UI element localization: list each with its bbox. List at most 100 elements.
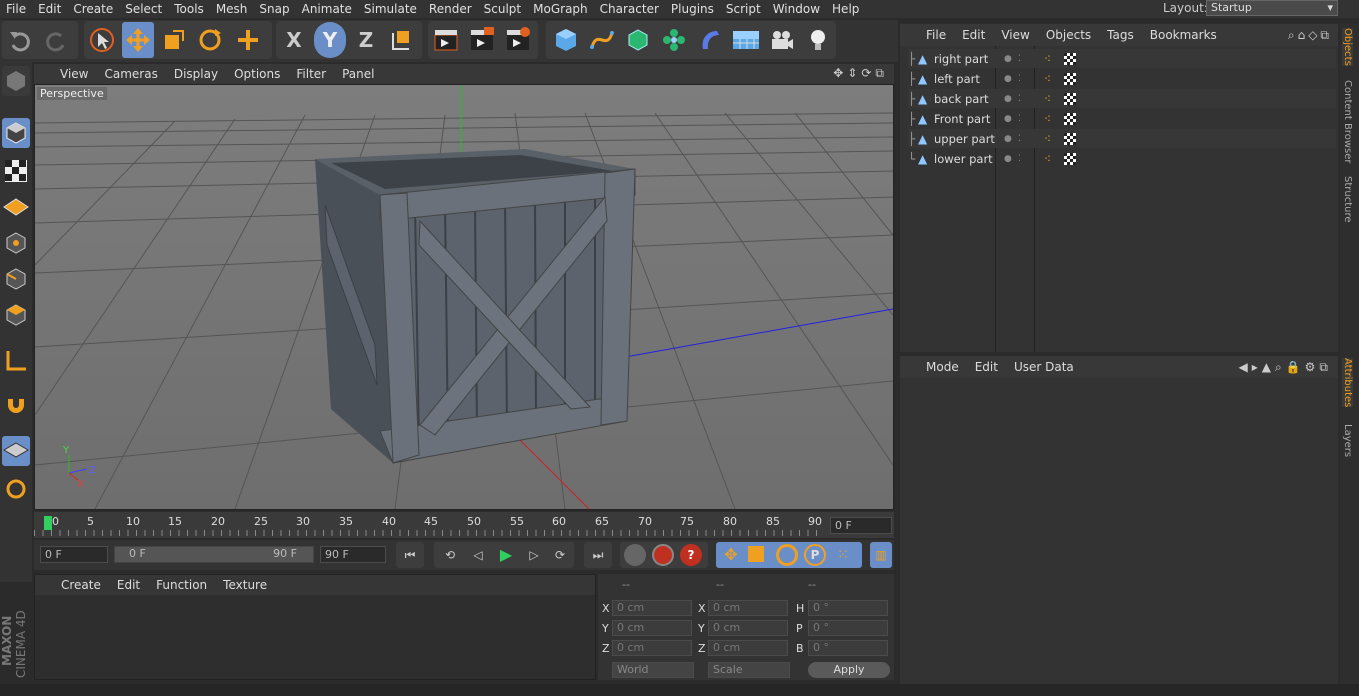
key-rotation-button[interactable] xyxy=(776,544,798,566)
world-select[interactable]: World xyxy=(612,662,694,678)
object-row[interactable]: ├ ▲ back part ● ⁚ ⁖ xyxy=(908,89,1336,108)
menu-sculpt[interactable]: Sculpt xyxy=(478,0,527,18)
phong-tag-icon[interactable]: ⁖ xyxy=(1044,52,1064,66)
preview-range-slider[interactable]: 0 F 90 F xyxy=(114,546,314,563)
menu-create[interactable]: Create xyxy=(67,0,119,18)
previous-key-button[interactable]: ⟲ xyxy=(438,544,462,566)
play-button[interactable]: ▶ xyxy=(494,544,518,566)
menu-mesh[interactable]: Mesh xyxy=(210,0,254,18)
polygons-mode-button[interactable] xyxy=(2,300,30,330)
pos-z-field[interactable]: 0 cm xyxy=(612,640,692,656)
workplane-mode-button[interactable] xyxy=(2,192,30,222)
key-pla-button[interactable]: ⁙ xyxy=(832,544,854,566)
cloner-button[interactable] xyxy=(658,22,690,58)
phong-tag-icon[interactable]: ⁖ xyxy=(1044,92,1064,106)
perspective-viewport[interactable]: Perspective Y Z X xyxy=(34,84,894,510)
next-frame-button[interactable]: ▷ xyxy=(522,544,546,566)
autokeying-button[interactable] xyxy=(652,544,674,566)
y-axis-lock-button[interactable]: Y xyxy=(314,22,346,58)
rotate-tool-button[interactable] xyxy=(194,22,226,58)
material-menu-texture[interactable]: Texture xyxy=(215,578,275,592)
points-mode-button[interactable] xyxy=(2,228,30,258)
apply-button[interactable]: Apply xyxy=(808,662,890,678)
coordinate-system-button[interactable] xyxy=(386,22,418,58)
menu-window[interactable]: Window xyxy=(767,0,826,18)
object-row[interactable]: ├ ▲ upper part ● ⁚ ⁖ xyxy=(908,129,1336,148)
move-tool-button[interactable] xyxy=(122,22,154,58)
objects-menu-view[interactable]: View xyxy=(993,28,1037,42)
viewport-camera-label[interactable]: Perspective xyxy=(37,87,107,100)
phong-tag-icon[interactable]: ⁖ xyxy=(1044,152,1064,166)
menu-help[interactable]: Help xyxy=(826,0,865,18)
light-button[interactable] xyxy=(802,22,834,58)
viewport-menu-display[interactable]: Display xyxy=(166,67,226,81)
material-menu-create[interactable]: Create xyxy=(53,578,109,592)
phong-tag-icon[interactable]: ⁖ xyxy=(1044,132,1064,146)
render-dot[interactable]: ⁚ xyxy=(1018,154,1044,164)
material-tag-icon[interactable] xyxy=(1064,92,1076,105)
render-dot[interactable]: ⁚ xyxy=(1018,74,1044,84)
key-parameter-button[interactable]: P xyxy=(804,544,826,566)
size-z-field[interactable]: 0 cm xyxy=(708,640,788,656)
object-name[interactable]: left part xyxy=(934,72,1004,86)
pos-x-field[interactable]: 0 cm xyxy=(612,600,692,616)
tab-objects[interactable]: Objects xyxy=(1342,28,1353,66)
timeline-scheme-button[interactable]: ▥ xyxy=(870,542,892,568)
pos-y-field[interactable]: 0 cm xyxy=(612,620,692,636)
menu-select[interactable]: Select xyxy=(119,0,168,18)
objects-menu-bookmarks[interactable]: Bookmarks xyxy=(1142,28,1225,42)
keyframe-selection-button[interactable]: ? xyxy=(680,544,702,566)
render-dot[interactable]: ⁚ xyxy=(1018,134,1044,144)
viewport-menu-panel[interactable]: Panel xyxy=(334,67,382,81)
live-selection-button[interactable] xyxy=(86,22,118,58)
objects-menu-edit[interactable]: Edit xyxy=(954,28,993,42)
material-tag-icon[interactable] xyxy=(1064,152,1076,165)
objects-menu-tags[interactable]: Tags xyxy=(1099,28,1142,42)
visibility-dot[interactable]: ● xyxy=(1004,54,1018,64)
objects-menu-objects[interactable]: Objects xyxy=(1038,28,1099,42)
render-dot[interactable]: ⁚ xyxy=(1018,54,1044,64)
menu-plugins[interactable]: Plugins xyxy=(665,0,720,18)
objects-menu-file[interactable]: File xyxy=(918,28,954,42)
object-row[interactable]: ├ ▲ right part ● ⁚ ⁖ xyxy=(908,49,1336,68)
object-row[interactable]: ├ ▲ left part ● ⁚ ⁖ xyxy=(908,69,1336,88)
attributes-menu-user-data[interactable]: User Data xyxy=(1006,360,1082,374)
menu-simulate[interactable]: Simulate xyxy=(358,0,423,18)
x-axis-lock-button[interactable]: X xyxy=(278,22,310,58)
spline-button[interactable] xyxy=(586,22,618,58)
menu-snap[interactable]: Snap xyxy=(253,0,295,18)
size-y-field[interactable]: 0 cm xyxy=(708,620,788,636)
redo-button[interactable] xyxy=(40,22,72,58)
render-view-button[interactable] xyxy=(430,22,462,58)
timeline-ruler[interactable]: 0 5 10 15 20 25 30 35 40 45 50 55 60 65 … xyxy=(34,512,894,538)
previous-frame-button[interactable]: ◁ xyxy=(466,544,490,566)
current-frame-field[interactable]: 0 F xyxy=(830,517,892,534)
max-time-field[interactable]: 90 F xyxy=(320,546,386,563)
rot-h-field[interactable]: 0 ° xyxy=(808,600,888,616)
visibility-dot[interactable]: ● xyxy=(1004,154,1018,164)
tab-layers[interactable]: Layers xyxy=(1342,424,1353,457)
make-editable-button[interactable] xyxy=(2,66,30,96)
playhead[interactable] xyxy=(44,516,52,530)
objects-header-icons[interactable]: ⌕⌂◇⧉ xyxy=(1288,28,1332,43)
tab-content-browser[interactable]: Content Browser xyxy=(1342,80,1353,163)
subdivision-surface-button[interactable] xyxy=(622,22,654,58)
key-scale-button[interactable] xyxy=(748,546,764,562)
camera-button[interactable] xyxy=(766,22,798,58)
menu-render[interactable]: Render xyxy=(423,0,478,18)
viewport-menu-filter[interactable]: Filter xyxy=(288,67,334,81)
edges-mode-button[interactable] xyxy=(2,264,30,294)
render-dot[interactable]: ⁚ xyxy=(1018,114,1044,124)
render-dot[interactable]: ⁚ xyxy=(1018,94,1044,104)
locked-workplane-button[interactable] xyxy=(2,474,30,504)
go-to-end-button[interactable]: ⏭ xyxy=(584,542,612,568)
viewport-menu-view[interactable]: View xyxy=(52,67,96,81)
workplane-lock-button[interactable] xyxy=(2,436,30,466)
visibility-dot[interactable]: ● xyxy=(1004,94,1018,104)
phong-tag-icon[interactable]: ⁖ xyxy=(1044,72,1064,86)
record-active-objects-button[interactable] xyxy=(624,544,646,566)
viewport-menu-cameras[interactable]: Cameras xyxy=(96,67,165,81)
next-key-button[interactable]: ⟳ xyxy=(548,544,572,566)
layout-select[interactable]: Startup xyxy=(1206,0,1338,16)
rot-p-field[interactable]: 0 ° xyxy=(808,620,888,636)
